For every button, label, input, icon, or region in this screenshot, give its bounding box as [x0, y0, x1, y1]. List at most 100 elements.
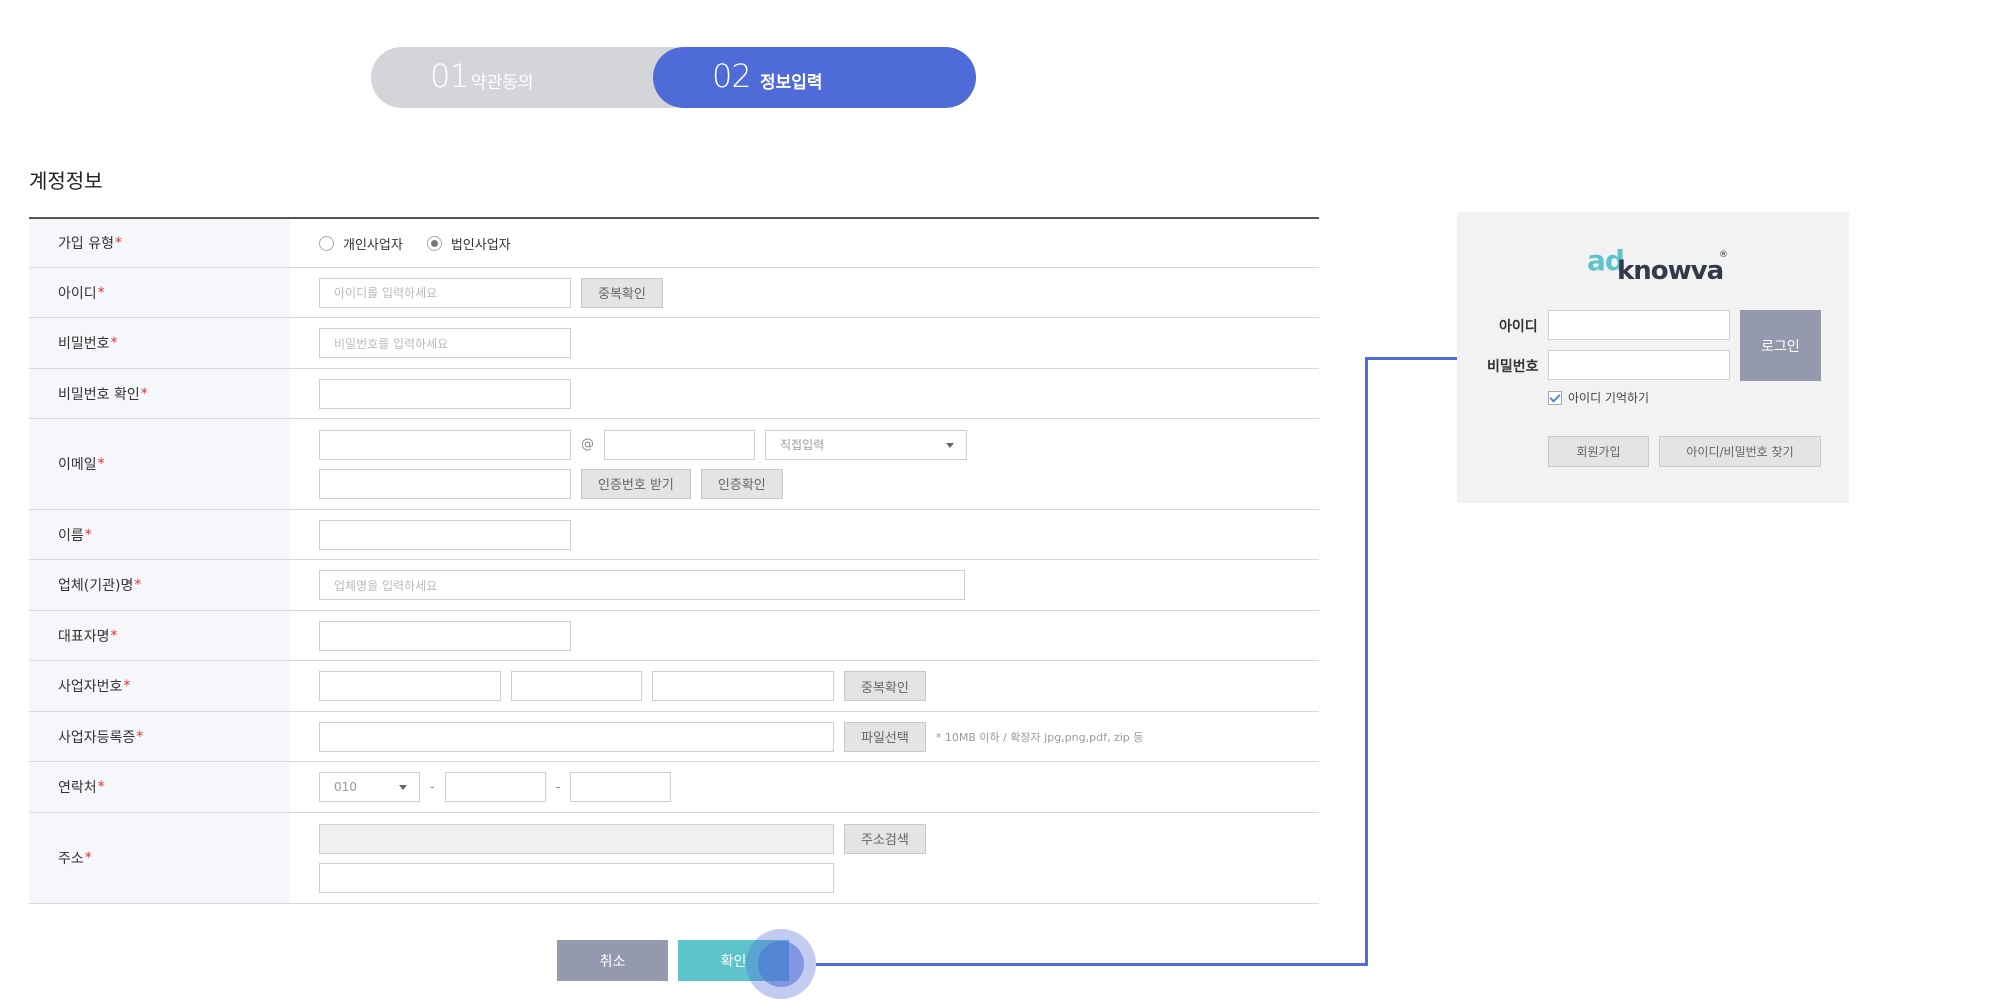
field-label: 연락처 *	[29, 762, 290, 812]
row-password-confirm: 비밀번호 확인 *	[29, 369, 1319, 419]
email-code-input[interactable]	[319, 468, 571, 499]
step-indicator: 01 약관동의 02 정보입력	[371, 47, 976, 108]
remember-id-checkbox[interactable]: 아이디 기억하기	[1548, 389, 1649, 406]
field-label: 이메일 *	[29, 419, 290, 509]
required-mark: *	[84, 850, 92, 866]
field-label: 비밀번호 확인 *	[29, 369, 290, 418]
logo: ad knowva ®	[1587, 244, 1728, 286]
row-user-id: 아이디 * 아이디를 입력하세요 중복확인	[29, 268, 1319, 318]
field-label: 아이디 *	[29, 268, 290, 317]
login-pw-input[interactable]	[1548, 350, 1730, 380]
password-confirm-input[interactable]	[319, 378, 571, 409]
field-label: 이름 *	[29, 510, 290, 559]
send-code-button[interactable]: 인증번호 받기	[581, 468, 691, 499]
password-input[interactable]: 비밀번호를 입력하세요	[319, 328, 571, 358]
biz-duplicate-check-button[interactable]: 중복확인	[844, 671, 926, 701]
field-label: 사업자번호 *	[29, 661, 290, 711]
user-id-input[interactable]: 아이디를 입력하세요	[319, 277, 571, 308]
join-type-radios: 개인사업자 법인사업자	[319, 234, 1319, 253]
address-detail-input[interactable]	[319, 862, 834, 893]
email-local-input[interactable]	[319, 429, 571, 460]
chevron-down-icon	[946, 442, 954, 448]
label-text: 비밀번호	[58, 336, 110, 352]
label-text: 가입 유형	[58, 236, 114, 252]
click-indicator-dot	[758, 941, 804, 987]
radio-individual[interactable]: 개인사업자	[319, 234, 403, 253]
id-duplicate-check-button[interactable]: 중복확인	[581, 277, 663, 308]
row-password: 비밀번호 * 비밀번호를 입력하세요	[29, 318, 1319, 369]
field-body: 주소검색	[290, 813, 1319, 903]
radio-label: 법인사업자	[450, 237, 511, 253]
address-main-input[interactable]	[319, 823, 834, 854]
row-biz-cert: 사업자등록증 * 파일선택 * 10MB 이하 / 확장자 jpg,png,pdf…	[29, 712, 1319, 762]
login-id-label: 아이디	[1499, 319, 1538, 335]
name-input[interactable]	[319, 519, 571, 550]
login-id-input[interactable]	[1548, 310, 1730, 340]
required-mark: *	[97, 284, 105, 301]
field-body: 업체명을 입력하세요	[290, 560, 1319, 610]
login-pw-label: 비밀번호	[1487, 359, 1539, 375]
label-text: 사업자번호	[58, 679, 123, 695]
row-phone: 연락처 * 010 - -	[29, 762, 1319, 813]
radio-corporate[interactable]: 법인사업자	[426, 234, 511, 253]
field-body	[290, 611, 1319, 660]
field-label: 대표자명 *	[29, 611, 290, 660]
biz-cert-file-input[interactable]	[319, 721, 834, 752]
row-biz-number: 사업자번호 * 중복확인	[29, 661, 1319, 712]
step-label: 약관동의	[471, 73, 534, 93]
field-body: 개인사업자 법인사업자	[290, 219, 1319, 267]
company-input[interactable]: 업체명을 입력하세요	[319, 570, 965, 600]
step-number: 02	[712, 57, 752, 95]
ceo-input[interactable]	[319, 620, 571, 651]
field-body: 010 - -	[290, 762, 1319, 812]
required-mark: *	[110, 335, 118, 351]
row-company: 업체(기관)명 * 업체명을 입력하세요	[29, 560, 1319, 611]
section-title: 계정정보	[29, 169, 103, 193]
required-mark: *	[97, 456, 105, 472]
phone-middle-input[interactable]	[444, 772, 546, 802]
radio-circle-selected[interactable]	[426, 235, 442, 251]
login-button[interactable]: 로그인	[1740, 310, 1821, 381]
connector-line	[1365, 357, 1368, 966]
label-text: 대표자명	[58, 628, 110, 645]
biz-number-part1-input[interactable]	[319, 671, 501, 701]
field-label: 비밀번호 *	[29, 318, 290, 368]
label-text: 사업자등록증	[58, 729, 136, 746]
label-text: 비밀번호 확인	[58, 386, 140, 403]
field-body: 중복확인	[290, 661, 1319, 711]
field-body: 파일선택 * 10MB 이하 / 확장자 jpg,png,pdf, zip 등	[290, 712, 1319, 761]
phone-last-input[interactable]	[570, 772, 672, 802]
logo-registered: ®	[1719, 250, 1728, 260]
checkbox-checked-icon[interactable]	[1548, 390, 1562, 405]
phone-prefix-select[interactable]: 010	[319, 772, 420, 802]
connector-line	[1365, 357, 1457, 360]
required-mark: *	[140, 385, 148, 402]
row-join-type: 가입 유형 * 개인사업자 법인사업자	[29, 219, 1319, 268]
label-text: 이메일	[58, 457, 97, 473]
row-name: 이름 *	[29, 510, 1319, 560]
radio-circle[interactable]	[319, 235, 334, 251]
signup-button[interactable]: 회원가입	[1548, 436, 1649, 467]
address-search-button[interactable]: 주소검색	[844, 823, 926, 854]
cancel-button[interactable]: 취소	[557, 940, 668, 981]
field-label: 업체(기관)명 *	[29, 560, 290, 610]
account-form: 가입 유형 * 개인사업자 법인사업자 아이디 * 아이디를 입력하세요 중복확인 …	[29, 217, 1319, 904]
label-text: 이름	[58, 527, 84, 544]
field-body: 아이디를 입력하세요 중복확인	[290, 268, 1319, 317]
verify-code-button[interactable]: 인증확인	[700, 468, 783, 499]
find-account-button[interactable]: 아이디/비밀번호 찾기	[1659, 436, 1821, 467]
email-domain-select[interactable]: 직접입력	[765, 429, 967, 460]
biz-number-part3-input[interactable]	[652, 671, 834, 701]
remember-label: 아이디 기억하기	[1568, 391, 1650, 405]
label-text: 아이디	[58, 285, 97, 302]
file-select-button[interactable]: 파일선택	[844, 721, 926, 752]
email-domain-input[interactable]	[604, 429, 755, 460]
field-body	[290, 369, 1319, 418]
dash: -	[430, 779, 435, 795]
radio-label: 개인사업자	[343, 237, 403, 253]
field-label: 사업자등록증 *	[29, 712, 290, 761]
step-number: 01	[430, 57, 470, 95]
biz-number-part2-input[interactable]	[511, 671, 642, 701]
field-body	[290, 510, 1319, 559]
required-mark: *	[84, 526, 92, 543]
